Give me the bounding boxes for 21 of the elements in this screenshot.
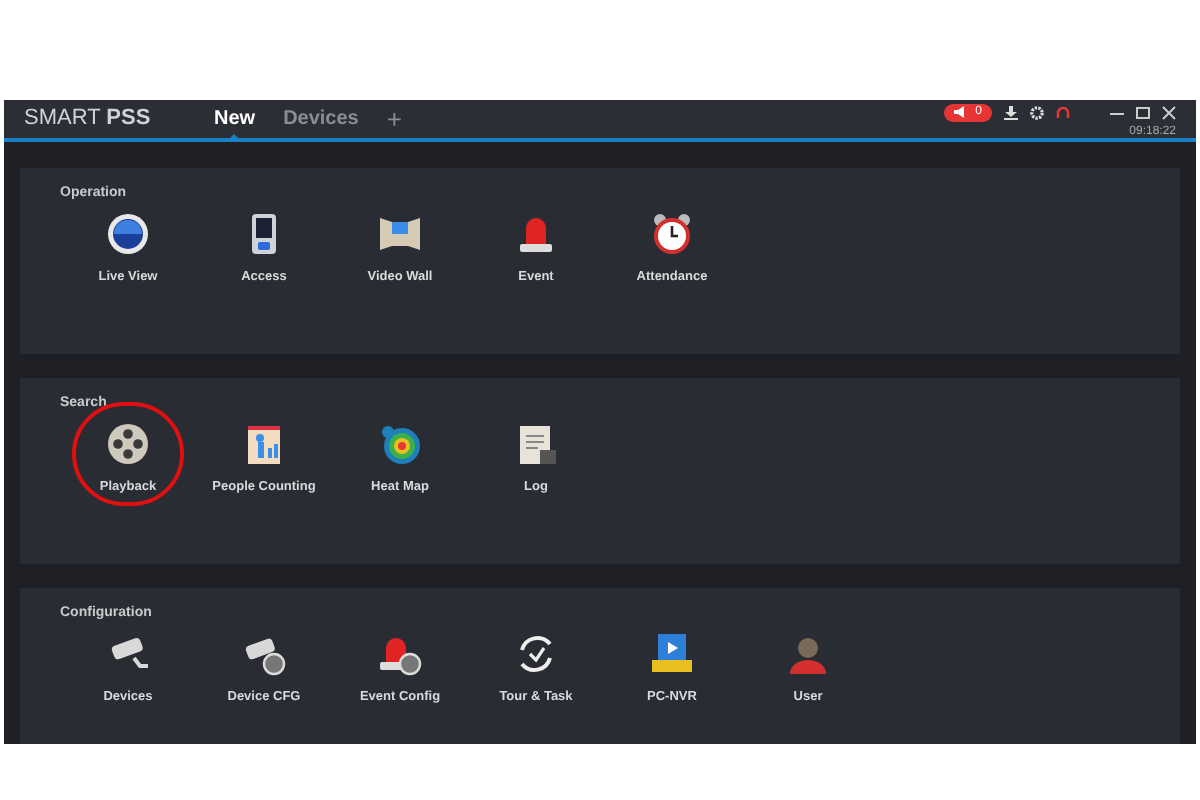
- tab[interactable]: Devices: [283, 100, 359, 140]
- film-reel-icon: [106, 422, 150, 466]
- user-avatar-icon: [786, 632, 830, 676]
- chart-board-icon: [242, 422, 286, 466]
- app-title: SMART PSS: [24, 104, 153, 135]
- speaker-icon: [953, 106, 968, 118]
- document-icon: [514, 422, 558, 466]
- camera-lens-icon: [106, 212, 150, 256]
- refresh-check-icon: [514, 632, 558, 676]
- siren-icon: [514, 212, 558, 256]
- siren-gear-icon: [378, 632, 422, 676]
- download-icon[interactable]: [1004, 105, 1018, 119]
- maximize-icon[interactable]: [1136, 105, 1150, 119]
- close-icon[interactable]: [1162, 105, 1176, 119]
- add-tab-button[interactable]: +: [386, 100, 402, 140]
- tab[interactable]: New: [214, 100, 256, 140]
- heat-map-icon: [378, 422, 422, 466]
- settings-icon[interactable]: [1030, 105, 1044, 119]
- video-wall-icon: [378, 212, 422, 256]
- alarm-clock-icon: [650, 212, 694, 256]
- video-folder-icon: [650, 632, 694, 676]
